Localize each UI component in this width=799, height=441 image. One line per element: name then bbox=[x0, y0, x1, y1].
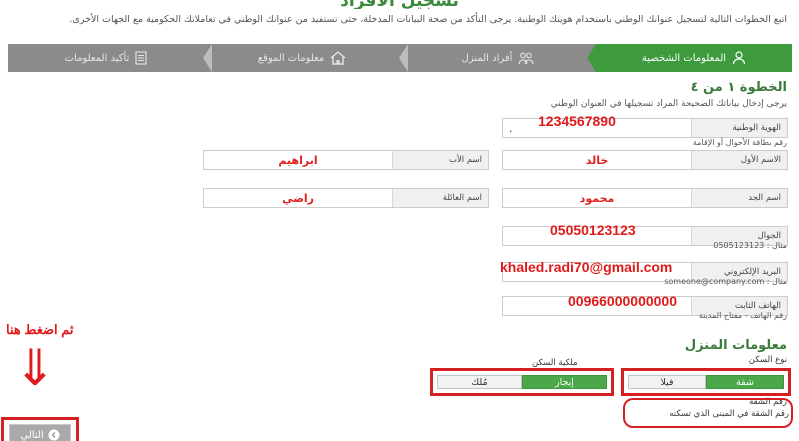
next-label: التالي bbox=[20, 429, 44, 441]
housing-type-toggle[interactable]: فيلا شقة bbox=[628, 375, 784, 389]
field-label: اسم الأب bbox=[392, 151, 488, 169]
annotation-text: ثم اضغط هنا bbox=[6, 322, 74, 337]
housing-type-label: نوع السكن bbox=[748, 355, 787, 365]
landline-value: 00966000000000 bbox=[568, 293, 678, 309]
email-hint: مثال : someone@company.com bbox=[664, 277, 787, 286]
grandfather-name-field[interactable]: اسم الجد محمود bbox=[502, 188, 788, 208]
national-id-value: 1234567890 bbox=[538, 113, 616, 129]
ownership-highlight: مُلك إيجار bbox=[430, 368, 614, 396]
mobile-value: 05050123123 bbox=[550, 222, 636, 238]
family-name-input[interactable]: راضي bbox=[204, 189, 392, 207]
step-label: تأكيد المعلومات bbox=[64, 52, 130, 64]
step-personal-info[interactable]: المعلومات الشخصية bbox=[587, 44, 792, 72]
steps-bar: المعلومات الشخصية أفراد المنزل معلومات ا… bbox=[8, 44, 792, 72]
step-location-info[interactable]: معلومات الموقع bbox=[203, 44, 400, 72]
step-label: أفراد المنزل bbox=[461, 52, 513, 64]
first-name-input[interactable]: خالد bbox=[503, 151, 691, 169]
mobile-hint: مثال : 0505123123 bbox=[713, 241, 787, 250]
father-name-field[interactable]: اسم الأب ابراهيم bbox=[203, 150, 489, 170]
family-name-field[interactable]: اسم العائلة راضي bbox=[203, 188, 489, 208]
step-heading: الخطوة ١ من ٤ bbox=[690, 80, 787, 95]
email-value: khaled.radi70@gmail.com bbox=[500, 259, 673, 275]
step-label: معلومات الموقع bbox=[257, 52, 325, 64]
apartment-number-hint: رقم الشقة في المبنى الذي تسكنه bbox=[669, 409, 789, 419]
step-subtext: يرجى إدخال بياناتك الصحيحة المراد تسجيله… bbox=[550, 99, 787, 109]
rent-option[interactable]: إيجار bbox=[522, 375, 607, 389]
field-label: اسم العائلة bbox=[392, 189, 488, 207]
person-icon bbox=[732, 51, 746, 65]
owned-option[interactable]: مُلك bbox=[437, 375, 522, 389]
landline-hint: رقم الهاتف - مفتاح المدينة bbox=[698, 311, 787, 320]
home-icon bbox=[330, 51, 346, 65]
chevron-left-icon bbox=[48, 429, 60, 441]
family-icon bbox=[518, 52, 535, 64]
step-confirm-info[interactable]: تأكيد المعلومات bbox=[8, 44, 204, 72]
national-id-hint: رقم بطاقة الأحوال أو الإقامة bbox=[692, 138, 787, 147]
intro-text: اتبع الخطوات التالية لتسجيل عنوانك الوطن… bbox=[69, 14, 787, 25]
document-icon bbox=[135, 51, 147, 65]
step-separator bbox=[203, 44, 212, 72]
ownership-label: ملكية السكن bbox=[532, 358, 578, 368]
apartment-option[interactable]: شقة bbox=[706, 375, 784, 389]
grandfather-name-input[interactable]: محمود bbox=[503, 189, 691, 207]
ownership-toggle[interactable]: مُلك إيجار bbox=[437, 375, 607, 389]
field-label: الاسم الأول bbox=[691, 151, 787, 169]
step-separator bbox=[399, 44, 408, 72]
villa-option[interactable]: فيلا bbox=[628, 375, 706, 389]
housing-heading: معلومات المنزل bbox=[684, 338, 787, 353]
step-label: المعلومات الشخصية bbox=[641, 52, 727, 64]
page-title: تسجيل الأفراد bbox=[0, 0, 799, 9]
annotation-arrow: ⇓ bbox=[14, 340, 56, 396]
next-button[interactable]: التالي bbox=[9, 424, 71, 441]
housing-type-highlight: فيلا شقة bbox=[621, 368, 791, 396]
field-label: اسم الجد bbox=[691, 189, 787, 207]
field-label: الهوية الوطنية bbox=[691, 119, 787, 137]
father-name-input[interactable]: ابراهيم bbox=[204, 151, 392, 169]
first-name-field[interactable]: الاسم الأول خالد bbox=[502, 150, 788, 170]
step-household[interactable]: أفراد المنزل bbox=[399, 44, 596, 72]
